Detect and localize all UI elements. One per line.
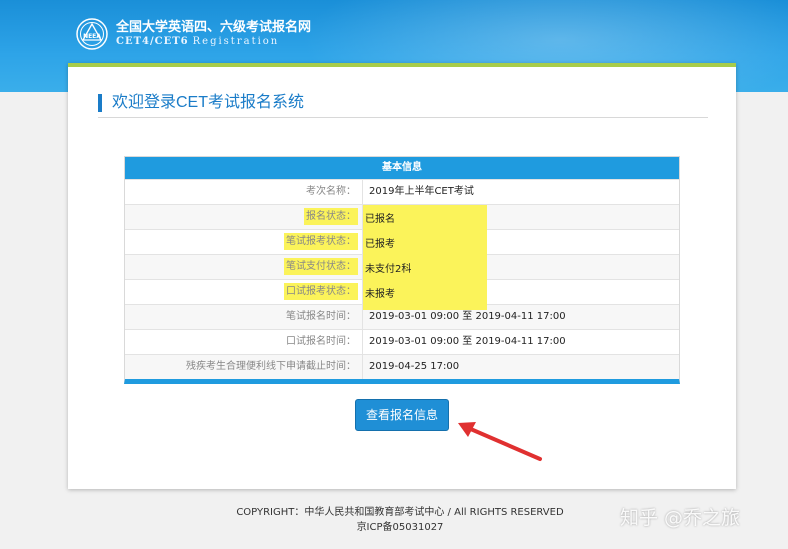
table-row: 口试报考状态： 未报考 [125, 279, 679, 310]
table-row: 考次名称： 2019年上半年CET考试 [125, 179, 679, 204]
neea-logo-icon: NEEA [76, 18, 108, 50]
table-row: 笔试支付状态： 未支付2科 [125, 254, 679, 285]
site-subtitle: CET4/CET6 Registration [116, 36, 279, 48]
table-row: 笔试报考状态： 已报考 [125, 229, 679, 260]
site-subtitle-registration: Registration [192, 36, 280, 47]
row-value: 未报考 [363, 280, 679, 310]
zhihu-watermark: 知乎 @乔之旅 [620, 507, 741, 529]
highlight-label: 笔试支付状态： [284, 258, 358, 275]
row-label: 口试报名时间： [125, 330, 363, 354]
row-label: 笔试支付状态： [125, 255, 363, 279]
row-value: 已报名 [363, 205, 679, 235]
red-arrow-annotation-icon [458, 422, 542, 461]
site-title: 全国大学英语四、六级考试报名网 [116, 20, 312, 35]
site-subtitle-cet: CET4/CET6 [116, 36, 189, 47]
row-label: 报名状态： [125, 205, 363, 229]
view-registration-button[interactable]: 查看报名信息 [355, 399, 449, 431]
row-label: 口试报考状态： [125, 280, 363, 304]
row-value: 2019-04-25 17:00 [369, 361, 460, 372]
row-label: 笔试报名时间： [125, 305, 363, 329]
page-title: 欢迎登录CET考试报名系统 [98, 94, 304, 112]
row-value: 2019-03-01 09:00 至 2019-04-11 17:00 [369, 336, 566, 347]
table-row: 报名状态： 已报名 [125, 204, 679, 235]
svg-text:NEEA: NEEA [83, 33, 101, 40]
table-title: 基本信息 [125, 157, 679, 179]
row-value: 2019-03-01 09:00 至 2019-04-11 17:00 [369, 311, 566, 322]
table-row: 口试报名时间： 2019-03-01 09:00 至 2019-04-11 17… [125, 329, 679, 354]
row-value: 未支付2科 [363, 255, 679, 285]
highlight-label: 口试报考状态： [284, 283, 358, 300]
table-row: 笔试报名时间： 2019-03-01 09:00 至 2019-04-11 17… [125, 304, 679, 329]
row-value: 2019年上半年CET考试 [369, 186, 474, 197]
highlight-label: 笔试报考状态： [284, 233, 358, 250]
main-panel: 欢迎登录CET考试报名系统 基本信息 考次名称： 2019年上半年CET考试 报… [68, 63, 736, 489]
row-label: 残疾考生合理便利线下申请截止时间： [125, 355, 363, 379]
row-value: 已报考 [363, 230, 679, 260]
basic-info-table: 基本信息 考次名称： 2019年上半年CET考试 报名状态： 已报名 笔试报考状… [124, 156, 680, 384]
row-label: 笔试报考状态： [125, 230, 363, 254]
table-row: 残疾考生合理便利线下申请截止时间： 2019-04-25 17:00 [125, 354, 679, 379]
row-label: 考次名称： [125, 180, 363, 204]
highlight-label: 报名状态： [304, 208, 358, 225]
title-divider [98, 117, 708, 118]
